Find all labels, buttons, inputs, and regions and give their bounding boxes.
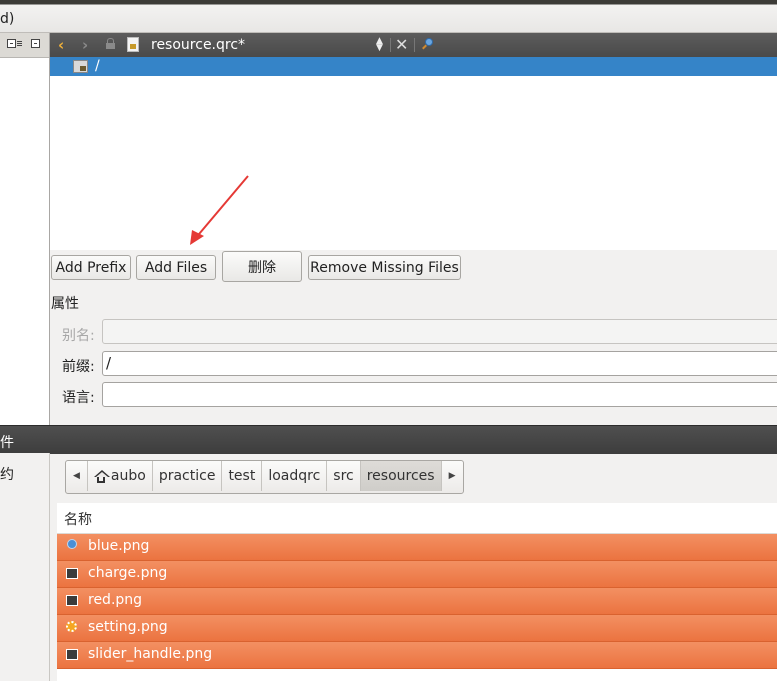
file-row[interactable]: charge.png xyxy=(57,561,777,588)
path-segment-home[interactable]: aubo xyxy=(88,461,153,491)
add-prefix-button[interactable]: Add Prefix xyxy=(51,255,131,280)
prefix-input[interactable]: / xyxy=(102,351,777,376)
file-name: blue.png xyxy=(88,538,150,554)
path-scroll-left-button[interactable]: ◀ xyxy=(66,461,88,491)
column-header-label: 名称 xyxy=(64,512,92,528)
file-row[interactable]: slider_handle.png xyxy=(57,642,777,669)
tree-item-prefix[interactable]: / xyxy=(50,57,777,76)
close-document-icon[interactable]: ✕ xyxy=(395,35,408,54)
add-files-button[interactable]: Add Files xyxy=(136,255,216,280)
language-label: 语言: xyxy=(62,390,95,406)
dialog-title: 件 xyxy=(0,435,14,451)
menubar: d) xyxy=(0,0,777,33)
remove-missing-files-button[interactable]: Remove Missing Files xyxy=(308,255,461,280)
resource-tree[interactable]: / xyxy=(50,57,777,250)
qrc-file-icon xyxy=(127,37,139,52)
left-sidebar xyxy=(0,33,50,425)
toolbar-divider xyxy=(414,38,415,52)
image-icon xyxy=(66,568,78,579)
file-name: red.png xyxy=(88,592,143,608)
tree-item-label: / xyxy=(95,58,100,74)
file-name: slider_handle.png xyxy=(88,646,213,662)
file-name: charge.png xyxy=(88,565,168,581)
close-pane-icon[interactable] xyxy=(31,39,40,48)
split-icon[interactable] xyxy=(7,39,22,48)
prefix-label: 前缀: xyxy=(62,359,95,375)
file-row[interactable]: blue.png xyxy=(57,534,777,561)
places-sidebar-label[interactable]: 约 xyxy=(0,464,14,484)
language-input[interactable] xyxy=(102,382,777,407)
lock-icon[interactable] xyxy=(106,38,115,49)
path-segment[interactable]: loadqrc xyxy=(262,461,328,491)
annotation-arrow xyxy=(190,175,249,245)
places-sidebar xyxy=(0,453,50,681)
path-segment-current[interactable]: resources xyxy=(360,461,442,491)
home-icon xyxy=(93,469,110,483)
prefix-folder-icon xyxy=(73,60,88,73)
file-row[interactable]: setting.png xyxy=(57,615,777,642)
alias-input[interactable] xyxy=(102,319,777,344)
path-segment-label: aubo xyxy=(110,468,146,484)
file-row[interactable]: red.png xyxy=(57,588,777,615)
open-document-name[interactable]: resource.qrc* xyxy=(151,37,245,53)
file-name: setting.png xyxy=(88,619,168,635)
alias-label: 别名: xyxy=(62,328,95,344)
path-bar: ◀ aubo practice test loadqrc src resourc… xyxy=(65,460,464,494)
menu-item-fragment[interactable]: d) xyxy=(0,11,14,27)
path-segment[interactable]: test xyxy=(222,461,263,491)
toolbar-divider xyxy=(390,38,391,52)
blue-dot-icon xyxy=(67,539,77,549)
gear-icon xyxy=(66,621,77,632)
column-header-name[interactable]: 名称 xyxy=(57,503,777,534)
document-switch-icon[interactable]: ▲ ▼ xyxy=(376,37,383,53)
dialog-titlebar: 件 xyxy=(0,425,777,454)
locate-icon[interactable] xyxy=(422,38,435,51)
delete-button[interactable]: 删除 xyxy=(222,251,302,282)
path-segment[interactable]: src xyxy=(327,461,361,491)
path-segment[interactable]: practice xyxy=(153,461,223,491)
image-icon xyxy=(66,649,78,660)
path-scroll-right-button[interactable]: ▶ xyxy=(442,461,463,491)
image-icon xyxy=(66,595,78,606)
properties-title: 属性 xyxy=(51,296,79,312)
left-sidebar-toolbar xyxy=(0,33,49,58)
file-list[interactable]: 名称 blue.png charge.png red.png setting.p… xyxy=(57,503,777,681)
back-icon[interactable]: ‹ xyxy=(58,36,64,54)
editor-toolbar: ‹ › resource.qrc* ▲ ▼ ✕ xyxy=(50,33,777,58)
forward-icon[interactable]: › xyxy=(82,36,88,54)
